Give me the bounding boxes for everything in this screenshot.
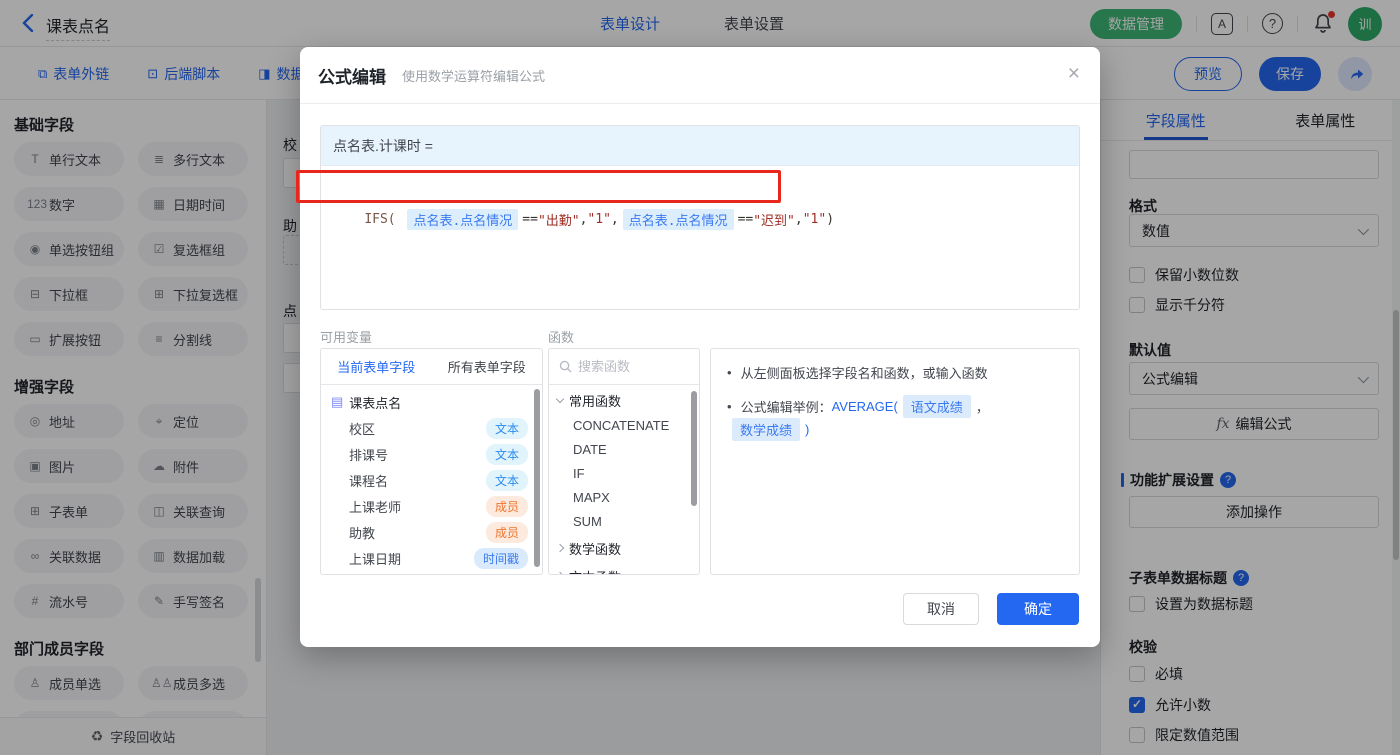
- variable-row[interactable]: 上课日期 时间戳: [321, 545, 542, 571]
- formula-edit-modal: 公式编辑 使用数学运算符编辑公式 × 点名表.计课时 = IFS( 点名表.点名…: [300, 47, 1100, 647]
- formula-token: 点名表.点名情况: [622, 209, 734, 230]
- formula-help-panel: 从左侧面板选择字段名和函数，或输入函数 公式编辑举例：AVERAGE(语文成绩，…: [710, 348, 1080, 575]
- formula-target: 点名表.计课时 =: [321, 126, 1079, 166]
- variable-row[interactable]: 课程名 文本: [321, 467, 542, 493]
- modal-header: 公式编辑 使用数学运算符编辑公式 ×: [300, 47, 1100, 104]
- formula-token: ==: [737, 212, 754, 227]
- formula-input[interactable]: IFS( 点名表.点名情况 =="出勤","1", 点名表.点名情况 =="迟到","…: [321, 166, 1079, 243]
- function-group[interactable]: 文本函数: [549, 563, 699, 574]
- formula-token: "1": [587, 212, 611, 227]
- formula-token: ,: [579, 212, 588, 227]
- variables-list: 校区 文本 排课号 文本 课程名 文本 上课老师 成员 助教 成员 上课日期 时…: [321, 415, 542, 574]
- field-type-badge: 时间戳: [473, 547, 528, 569]
- close-icon[interactable]: ×: [1068, 63, 1080, 84]
- function-group-common[interactable]: 常用函数: [549, 387, 699, 413]
- example-close-paren: ): [805, 422, 810, 437]
- variables-panel: 当前表单字段 所有表单字段 ▤ 课表点名 校区 文本 排课号 文本 课程名 文本…: [320, 348, 543, 575]
- formula-token: ,: [610, 212, 619, 227]
- variables-label: 可用变量: [320, 330, 373, 345]
- field-type-badge: 文本: [485, 417, 528, 439]
- function-item[interactable]: CONCATENATE: [549, 413, 699, 437]
- chevron-right-icon: [555, 543, 565, 553]
- example-field-chip: 语文成绩: [902, 395, 971, 418]
- search-icon: [559, 360, 572, 373]
- functions-label: 函数: [548, 330, 575, 345]
- variables-tabs: 当前表单字段 所有表单字段: [321, 349, 542, 385]
- field-type-badge: 文本: [485, 443, 528, 465]
- modal-subtitle: 使用数学运算符编辑公式: [402, 68, 546, 84]
- help-bullet-2: 公式编辑举例：AVERAGE(语文成绩，数学成绩): [727, 395, 1063, 441]
- functions-scrollbar[interactable]: [691, 391, 697, 506]
- function-search-input[interactable]: [578, 359, 678, 374]
- variable-row[interactable]: 排课号 文本: [321, 441, 542, 467]
- formula-token: IFS(: [364, 212, 404, 227]
- field-type-badge: 成员: [485, 495, 528, 517]
- tab-all-form-fields[interactable]: 所有表单字段: [432, 349, 543, 384]
- tab-current-form-fields[interactable]: 当前表单字段: [321, 349, 432, 384]
- form-doc-icon: ▤: [331, 394, 344, 409]
- function-item[interactable]: MAPX: [549, 485, 699, 509]
- function-list: CONCATENATE DATE IF MAPX SUM: [549, 413, 699, 533]
- function-groups-collapsed: 数学函数 文本函数: [549, 535, 699, 574]
- help-bullet-1: 从左侧面板选择字段名和函数，或输入函数: [727, 363, 1063, 382]
- variable-row[interactable]: 助教 成员: [321, 519, 542, 545]
- function-group[interactable]: 数学函数: [549, 535, 699, 561]
- formula-token: ==: [522, 212, 538, 227]
- formula-token: ,: [794, 212, 803, 227]
- function-item[interactable]: DATE: [549, 437, 699, 461]
- variable-row[interactable]: 上课老师 成员: [321, 493, 542, 519]
- example-field-chip: 数学成绩: [732, 418, 801, 441]
- function-search: [549, 349, 699, 385]
- formula-token: "迟到": [753, 214, 795, 229]
- modal-title: 公式编辑: [318, 67, 386, 87]
- variables-scrollbar[interactable]: [534, 389, 540, 567]
- formula-token: 点名表.点名情况: [407, 209, 519, 230]
- formula-editor: 点名表.计课时 = IFS( 点名表.点名情况 =="出勤","1", 点名表.点名…: [320, 125, 1080, 310]
- field-type-badge: 成员: [485, 521, 528, 543]
- variable-row[interactable]: 校区 文本: [321, 415, 542, 441]
- formula-token: "1": [802, 212, 827, 227]
- cancel-button[interactable]: 取消: [903, 593, 979, 625]
- formula-token: "出勤": [537, 214, 580, 229]
- example-function: AVERAGE(: [831, 399, 898, 414]
- function-item[interactable]: SUM: [549, 509, 699, 533]
- chevron-right-icon: [555, 571, 565, 574]
- variable-row[interactable]: 文本: [321, 571, 542, 574]
- functions-panel: 常用函数 CONCATENATEDATEIFMAPXSUM 数学函数 文本函数: [548, 348, 700, 575]
- confirm-button[interactable]: 确定: [997, 593, 1079, 625]
- field-type-badge: 文本: [485, 469, 528, 491]
- chevron-down-icon: [555, 394, 565, 403]
- field-type-badge: 文本: [485, 573, 528, 574]
- formula-token: ): [826, 212, 835, 227]
- function-item[interactable]: IF: [549, 461, 699, 485]
- variables-group[interactable]: ▤ 课表点名: [321, 389, 542, 415]
